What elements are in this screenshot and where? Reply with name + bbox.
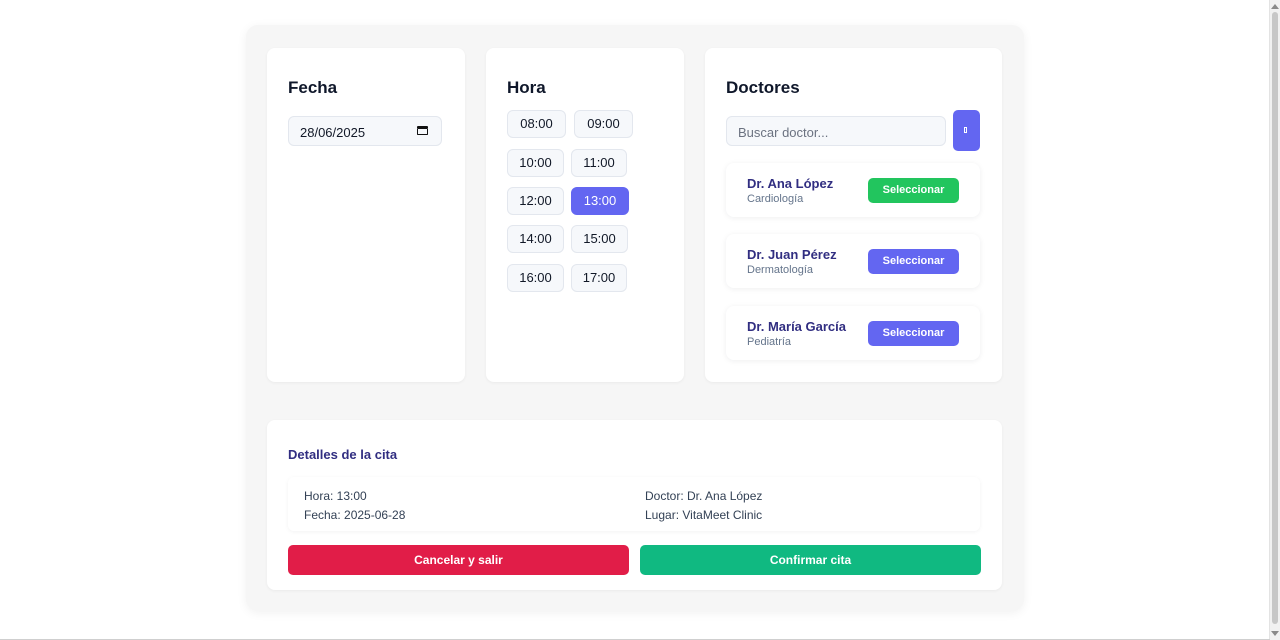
calendar-icon[interactable] <box>417 126 428 136</box>
detail-date: Fecha: 2025-06-28 <box>304 508 406 522</box>
doctor-specialty: Cardiología <box>747 193 804 205</box>
date-field[interactable]: 28/06/2025 <box>288 116 442 146</box>
time-slot-1100[interactable]: 11:00 <box>571 149 627 177</box>
doctor-item-maria-garcia: Dr. María García Pediatría Seleccionar <box>726 306 980 360</box>
time-slot-1200[interactable]: 12:00 <box>507 187 564 215</box>
confirm-appointment-button[interactable]: Confirmar cita <box>640 545 981 575</box>
select-doctor-button[interactable]: Seleccionar <box>868 178 959 203</box>
time-card: Hora 08:00 09:00 10:00 11:00 12:00 13:00… <box>486 48 684 382</box>
doctor-item-ana-lopez: Dr. Ana López Cardiología Seleccionar <box>726 163 980 217</box>
search-button[interactable] <box>953 110 980 151</box>
cancel-button[interactable]: Cancelar y salir <box>288 545 629 575</box>
scrollbar-thumb[interactable] <box>1272 12 1278 624</box>
detail-doctor: Doctor: Dr. Ana López <box>645 489 763 503</box>
doctor-search-input[interactable]: Buscar doctor... <box>726 116 946 146</box>
doctors-card: Doctores Buscar doctor... Dr. Ana López … <box>705 48 1002 382</box>
time-slot-1700[interactable]: 17:00 <box>571 264 627 292</box>
date-card-title: Fecha <box>288 78 338 97</box>
vertical-scrollbar[interactable] <box>1269 0 1280 640</box>
time-slot-1300[interactable]: 13:00 <box>571 187 629 215</box>
detail-location: Lugar: VitaMeet Clinic <box>645 508 763 522</box>
detail-time: Hora: 13:00 <box>304 489 367 503</box>
doctor-specialty: Pediatría <box>747 336 792 348</box>
appointment-details-card: Detalles de la cita Hora: 13:00 Fecha: 2… <box>267 420 1002 590</box>
time-slot-1500[interactable]: 15:00 <box>571 225 628 253</box>
search-icon <box>964 127 967 133</box>
date-field-value: 28/06/2025 <box>300 125 366 140</box>
doctor-item-juan-perez: Dr. Juan Pérez Dermatología Seleccionar <box>726 234 980 288</box>
time-slot-0900[interactable]: 09:00 <box>574 110 633 138</box>
scroll-down-arrow-icon[interactable] <box>1271 631 1279 636</box>
details-summary: Hora: 13:00 Fecha: 2025-06-28 Doctor: Dr… <box>288 477 980 531</box>
doctor-specialty: Dermatología <box>747 264 814 276</box>
select-doctor-button[interactable]: Seleccionar <box>868 249 959 274</box>
time-card-title: Hora <box>507 78 546 97</box>
time-slot-1000[interactable]: 10:00 <box>507 149 564 177</box>
time-slot-1600[interactable]: 16:00 <box>507 264 564 292</box>
details-title: Detalles de la cita <box>288 447 398 462</box>
select-doctor-button[interactable]: Seleccionar <box>868 321 959 346</box>
scroll-up-arrow-icon[interactable] <box>1271 4 1279 9</box>
doctor-name: Dr. María García <box>747 319 846 334</box>
doctor-name: Dr. Ana López <box>747 176 834 191</box>
appointment-panel: Fecha 28/06/2025 Hora 08:00 09:00 10:00 … <box>246 25 1024 611</box>
time-slot-0800[interactable]: 08:00 <box>507 110 566 138</box>
date-card: Fecha 28/06/2025 <box>267 48 465 382</box>
time-slot-1400[interactable]: 14:00 <box>507 225 564 253</box>
doctors-card-title: Doctores <box>726 78 800 97</box>
doctor-name: Dr. Juan Pérez <box>747 247 837 262</box>
